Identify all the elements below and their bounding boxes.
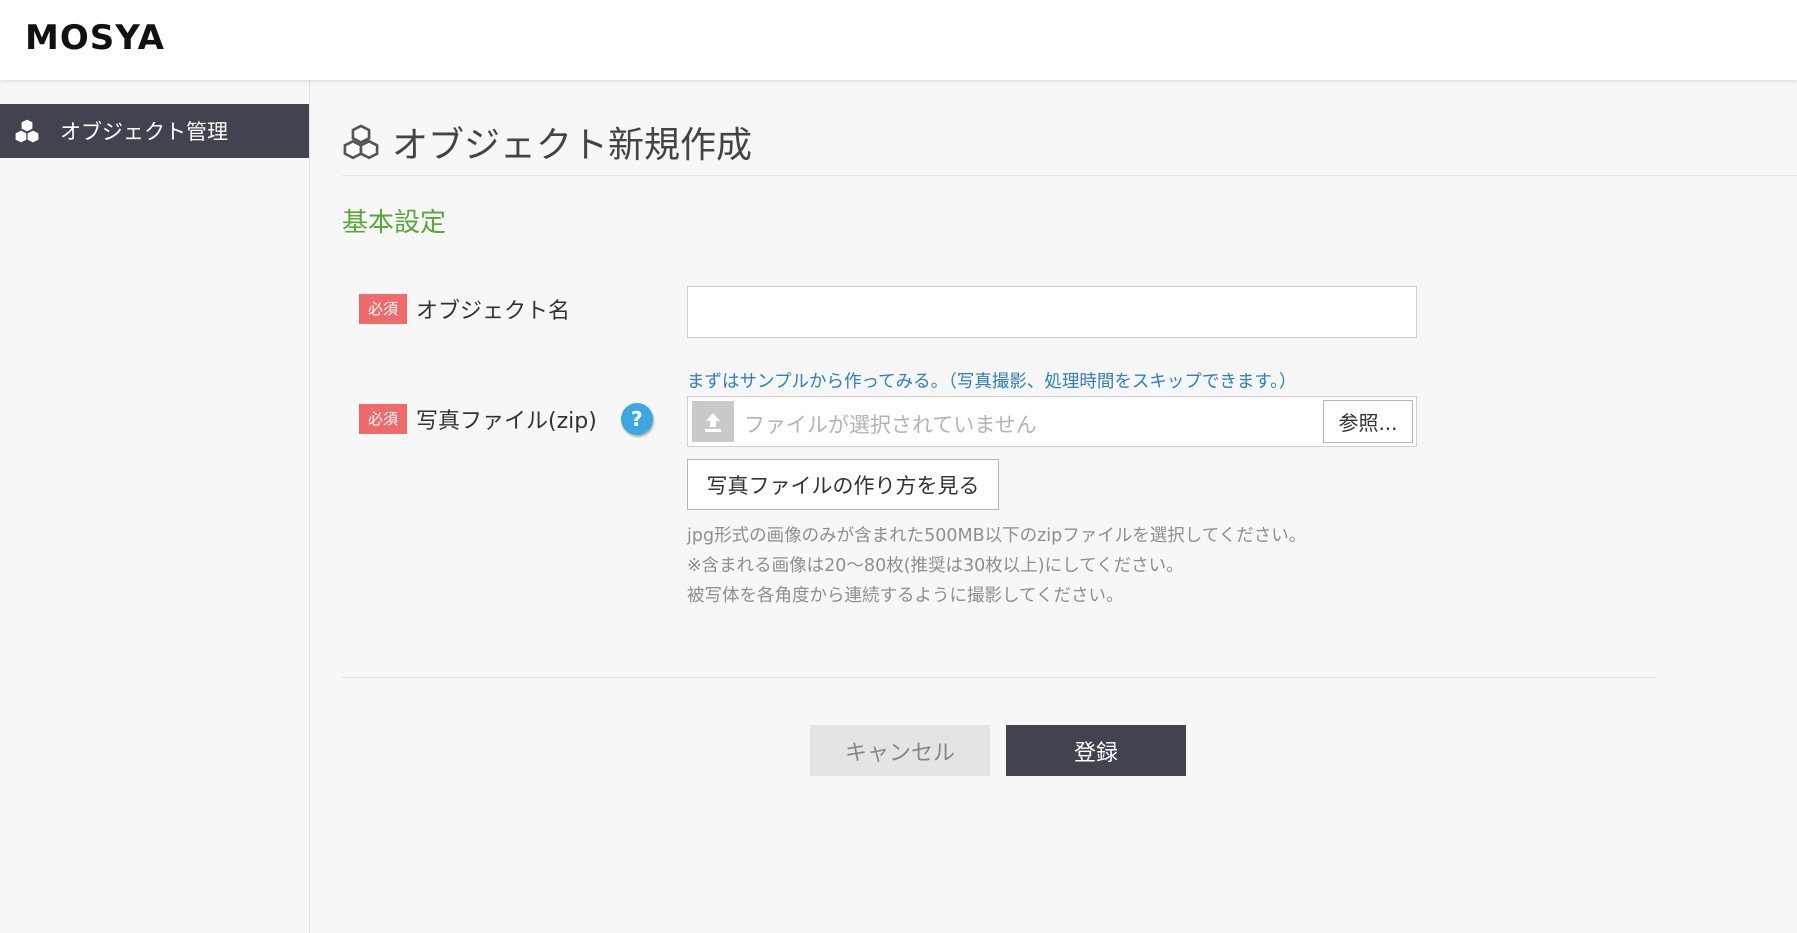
- app-logo[interactable]: MOSYA: [25, 18, 165, 58]
- sidebar-item-label: オブジェクト管理: [60, 120, 228, 144]
- top-bar: MOSYA: [0, 0, 1797, 80]
- photo-file-label-group: 必須 写真ファイル(zip) ?: [359, 403, 653, 435]
- howto-button[interactable]: 写真ファイルの作り方を見る: [687, 459, 999, 510]
- file-note: 被写体を各角度から連続するように撮影してください。: [687, 586, 1124, 606]
- required-badge: 必須: [359, 294, 407, 324]
- main-content: オブジェクト新規作成 基本設定 必須 オブジェクト名 まずはサンプルから作ってみ…: [342, 80, 1797, 933]
- file-placeholder: ファイルが選択されていません: [744, 413, 1037, 437]
- file-note: ※含まれる画像は20〜80枚(推奨は30枚以上)にしてください。: [687, 556, 1184, 576]
- page-title: オブジェクト新規作成: [392, 124, 753, 166]
- section-title: 基本設定: [342, 208, 447, 238]
- sample-link[interactable]: まずはサンプルから作ってみる。（写真撮影、処理時間をスキップできます。）: [687, 368, 1296, 393]
- cubes-icon: [12, 116, 42, 146]
- file-input[interactable]: ファイルが選択されていません 参照...: [687, 396, 1417, 447]
- browse-button[interactable]: 参照...: [1323, 400, 1413, 443]
- required-badge: 必須: [359, 404, 407, 434]
- photo-file-label: 写真ファイル(zip): [416, 409, 597, 434]
- file-note: jpg形式の画像のみが含まれた500MB以下のzipファイルを選択してください。: [687, 526, 1307, 546]
- cubes-icon: [342, 123, 380, 161]
- cancel-button[interactable]: キャンセル: [810, 725, 990, 776]
- sidebar: オブジェクト管理: [0, 80, 310, 933]
- object-name-input[interactable]: [687, 286, 1417, 338]
- page-header: オブジェクト新規作成: [342, 116, 1797, 176]
- help-icon[interactable]: ?: [620, 403, 653, 435]
- object-name-label: オブジェクト名: [416, 299, 571, 324]
- object-name-label-group: 必須 オブジェクト名: [359, 293, 570, 325]
- submit-button[interactable]: 登録: [1006, 725, 1186, 776]
- divider: [342, 677, 1657, 678]
- sidebar-item-object-management[interactable]: オブジェクト管理: [0, 104, 309, 158]
- upload-icon: [692, 401, 734, 442]
